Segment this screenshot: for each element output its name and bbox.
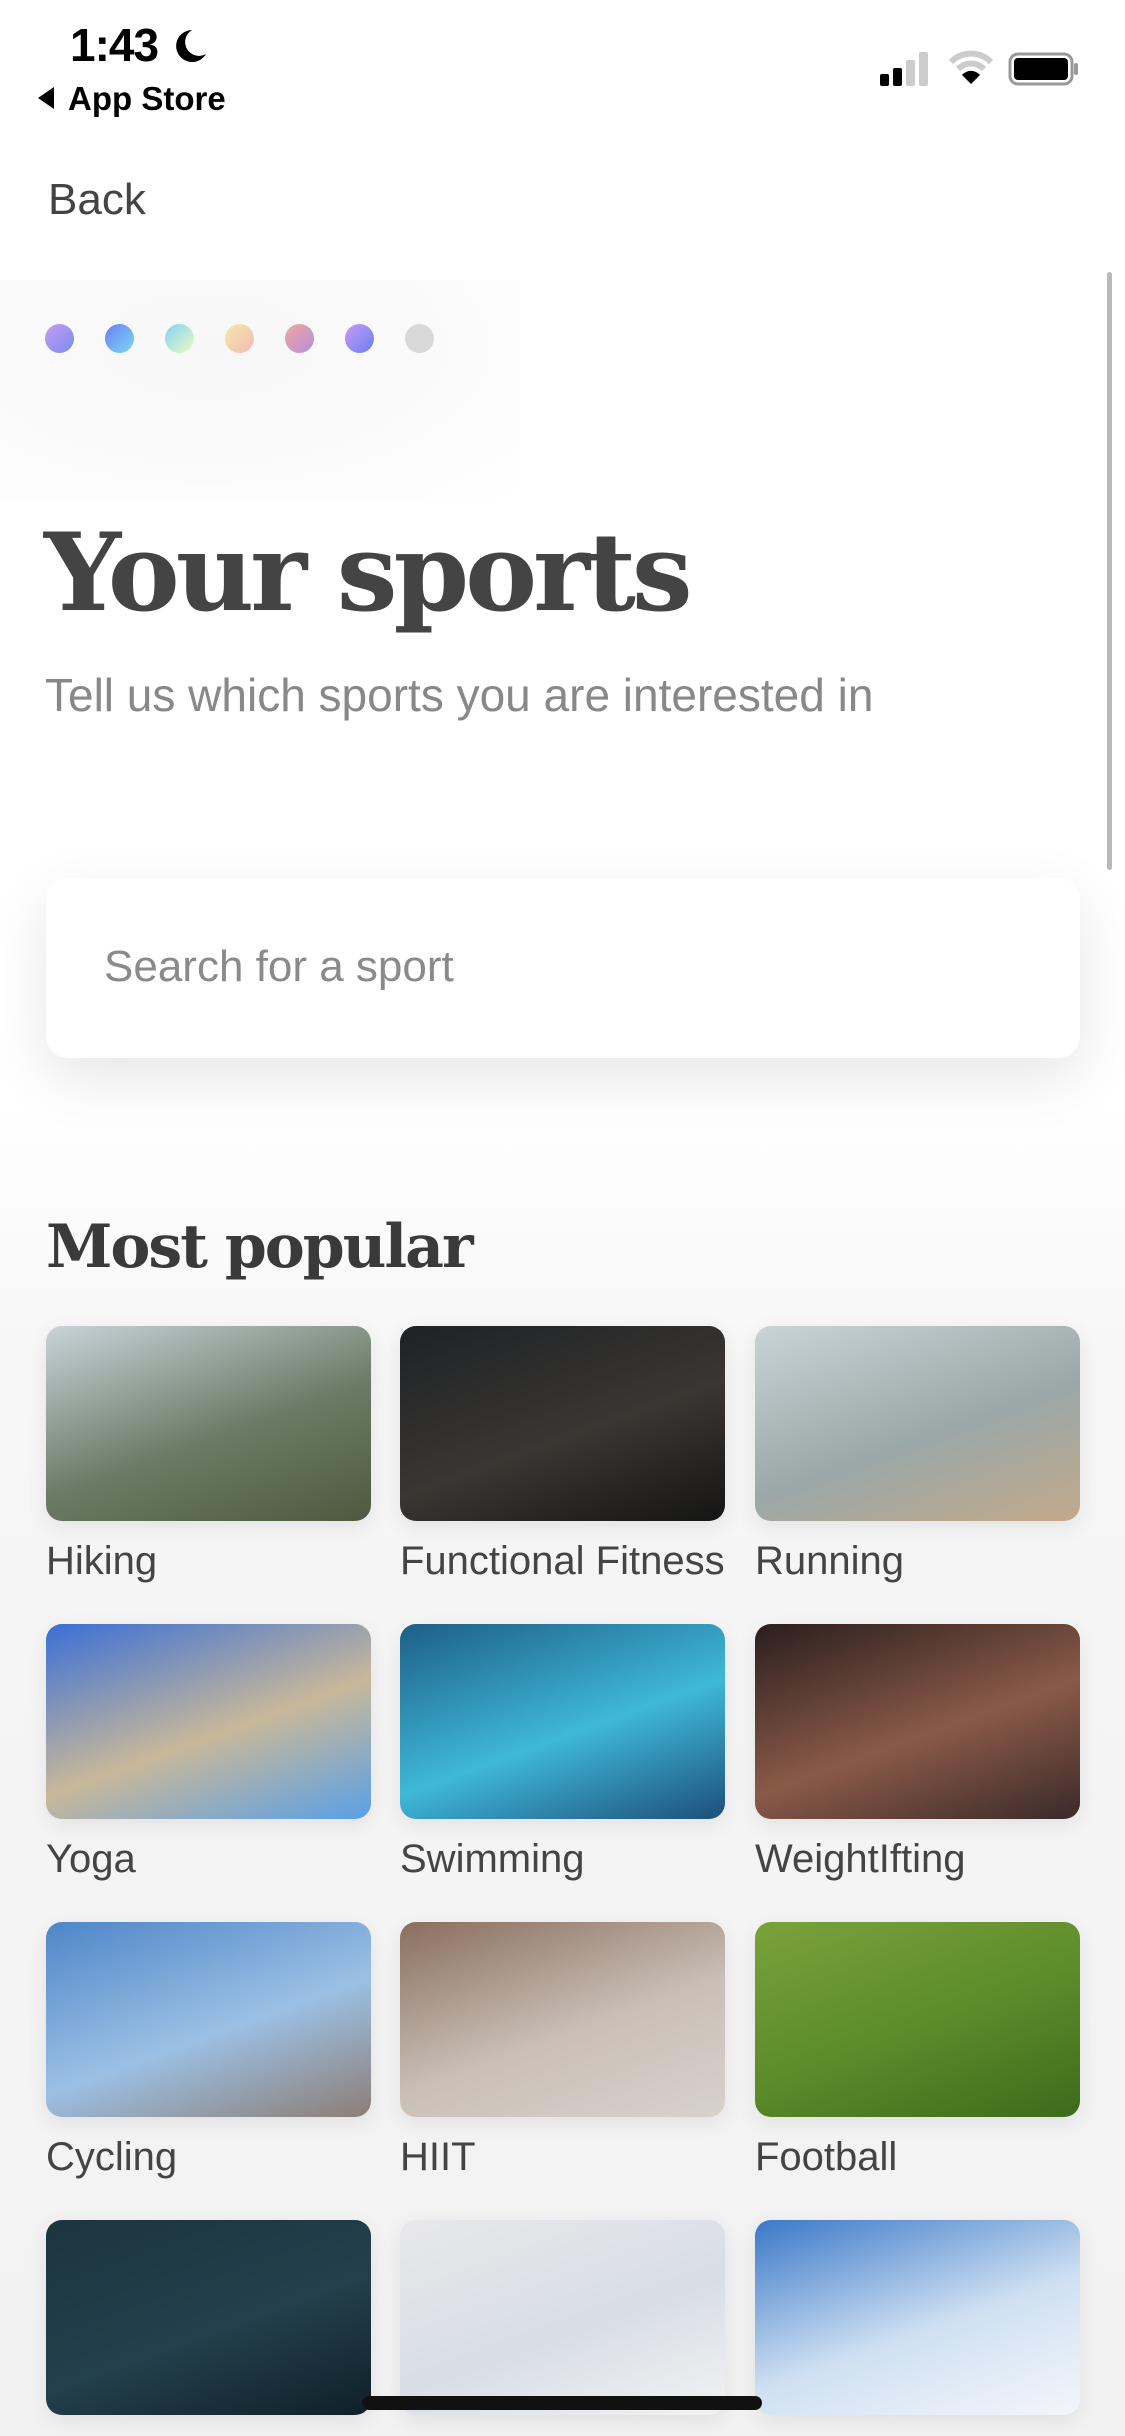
sport-card[interactable]: Football xyxy=(755,1922,1080,2180)
back-triangle-icon xyxy=(38,87,54,109)
sport-label: HIIT xyxy=(400,2135,476,2179)
progress-dot-complete xyxy=(285,324,314,353)
sport-label: Hiking xyxy=(46,1539,158,1583)
section-title: Most popular xyxy=(46,1212,474,1282)
sport-image xyxy=(755,1624,1080,1819)
back-to-app-store[interactable]: App Store xyxy=(38,80,226,118)
search-input[interactable]: Search for a sport xyxy=(46,878,1080,1058)
sport-card[interactable]: Swimming xyxy=(400,1624,725,1882)
sport-image xyxy=(755,1922,1080,2117)
progress-backdrop xyxy=(0,280,520,500)
sport-image xyxy=(400,2220,725,2415)
sport-image xyxy=(400,1624,725,1819)
progress-dot-complete xyxy=(45,324,74,353)
sport-label: Swimming xyxy=(400,1837,585,1881)
back-button[interactable]: Back xyxy=(48,175,146,225)
sport-card[interactable]: Yoga xyxy=(46,1624,371,1882)
wifi-icon xyxy=(948,50,994,84)
sport-card[interactable]: HIIT xyxy=(400,1922,725,2180)
sport-card[interactable]: WeightIfting xyxy=(755,1624,1080,1882)
sport-card[interactable] xyxy=(46,2220,371,2433)
sport-image xyxy=(46,1922,371,2117)
page-title: Your sports xyxy=(44,510,693,636)
moon-icon xyxy=(176,30,206,62)
sport-label: Cycling xyxy=(46,2135,178,2179)
status-time: 1:43 xyxy=(70,19,159,71)
battery-icon xyxy=(1008,52,1078,86)
sport-label: Yoga xyxy=(46,1837,136,1881)
sport-label: Running xyxy=(755,1539,905,1583)
scrollbar[interactable] xyxy=(1107,272,1112,870)
back-app-label: App Store xyxy=(68,80,226,117)
sport-label: Football xyxy=(755,2135,898,2179)
page-subtitle: Tell us which sports you are interested … xyxy=(45,669,874,721)
sport-card[interactable]: Running xyxy=(755,1326,1080,1584)
sport-image xyxy=(400,1922,725,2117)
sport-image xyxy=(755,2220,1080,2415)
sport-image xyxy=(46,2220,371,2415)
sport-image xyxy=(46,1326,371,1521)
sport-image xyxy=(400,1326,725,1521)
sport-label: Functional Fitness xyxy=(400,1539,725,1583)
sport-image xyxy=(755,1326,1080,1521)
sport-card[interactable]: Functional Fitness xyxy=(400,1326,725,1584)
sport-image xyxy=(46,1624,371,1819)
sport-card[interactable]: Cycling xyxy=(46,1922,371,2180)
progress-dot-pending xyxy=(405,324,434,353)
cellular-signal-icon xyxy=(880,52,928,86)
progress-dot-complete xyxy=(165,324,194,353)
search-placeholder: Search for a sport xyxy=(104,942,454,991)
sport-label: WeightIfting xyxy=(755,1837,966,1881)
progress-dot-complete xyxy=(105,324,134,353)
sport-card[interactable]: Hiking xyxy=(46,1326,371,1584)
home-indicator[interactable] xyxy=(362,2396,762,2410)
progress-dot-complete xyxy=(225,324,254,353)
sport-card[interactable] xyxy=(755,2220,1080,2433)
progress-dot-complete xyxy=(345,324,374,353)
